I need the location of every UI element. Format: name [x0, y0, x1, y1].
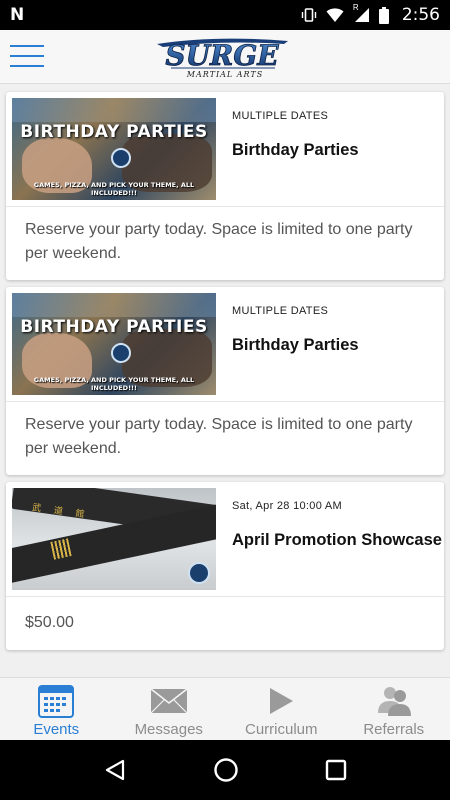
- event-card[interactable]: BIRTHDAY PARTIES GAMES, PIZZA, AND PICK …: [6, 287, 444, 475]
- surge-badge-icon: [111, 148, 131, 168]
- n-notification-icon: N: [10, 5, 25, 25]
- nav-curriculum[interactable]: Curriculum: [225, 678, 338, 740]
- battery-icon: [378, 6, 389, 24]
- event-date: MULTIPLE DATES: [232, 305, 329, 317]
- event-description: Reserve your party today. Space is limit…: [25, 221, 413, 262]
- nav-label: Referrals: [363, 721, 425, 738]
- event-title: Birthday Parties: [232, 141, 359, 159]
- image-caption: GAMES, PIZZA, AND PICK YOUR THEME, ALL I…: [33, 181, 195, 197]
- event-card[interactable]: BIRTHDAY PARTIES GAMES, PIZZA, AND PICK …: [6, 92, 444, 280]
- event-card-header: BIRTHDAY PARTIES GAMES, PIZZA, AND PICK …: [6, 92, 444, 207]
- roaming-label: R: [352, 3, 359, 12]
- nav-label: Events: [33, 721, 80, 738]
- event-card[interactable]: 武 道 館 Sat, Apr 28 10:00 AM April Promoti…: [6, 482, 444, 650]
- vibrate-icon: [301, 8, 317, 22]
- event-price: $50.00: [25, 614, 74, 631]
- surge-badge-icon: [111, 343, 131, 363]
- nav-referrals[interactable]: Referrals: [338, 678, 450, 740]
- surge-badge-icon: [188, 562, 210, 584]
- play-icon: [270, 688, 294, 714]
- nav-label: Messages: [134, 721, 203, 738]
- status-time: 2:56: [401, 5, 440, 25]
- people-icon: [377, 687, 411, 716]
- system-nav-bar: [0, 740, 450, 800]
- event-title: Birthday Parties: [232, 336, 359, 354]
- nav-label: Curriculum: [244, 721, 318, 738]
- image-headline: BIRTHDAY PARTIES: [20, 317, 208, 337]
- nav-messages[interactable]: Messages: [113, 678, 226, 740]
- event-card-header: BIRTHDAY PARTIES GAMES, PIZZA, AND PICK …: [6, 287, 444, 402]
- event-date: Sat, Apr 28 10:00 AM: [232, 500, 342, 512]
- event-title: April Promotion Showcase: [232, 531, 442, 549]
- event-image: BIRTHDAY PARTIES GAMES, PIZZA, AND PICK …: [12, 293, 216, 395]
- event-card-header: 武 道 館 Sat, Apr 28 10:00 AM April Promoti…: [6, 482, 444, 597]
- image-caption: GAMES, PIZZA, AND PICK YOUR THEME, ALL I…: [33, 376, 195, 392]
- event-date: MULTIPLE DATES: [232, 110, 329, 122]
- hamburger-menu-icon[interactable]: [10, 45, 44, 67]
- status-icons: R 2:56: [301, 3, 440, 25]
- logo-text: SURGE: [165, 39, 279, 72]
- event-description: Reserve your party today. Space is limit…: [25, 416, 413, 457]
- event-image: 武 道 館: [12, 488, 216, 590]
- events-feed[interactable]: BIRTHDAY PARTIES GAMES, PIZZA, AND PICK …: [0, 84, 450, 677]
- recents-square-icon[interactable]: [325, 759, 347, 781]
- envelope-icon: [150, 688, 188, 714]
- nav-events[interactable]: Events: [0, 678, 113, 740]
- back-triangle-icon[interactable]: [103, 758, 127, 782]
- image-headline: BIRTHDAY PARTIES: [20, 122, 208, 142]
- home-circle-icon[interactable]: [213, 757, 239, 783]
- logo-subtext: MARTIAL ARTS: [186, 70, 263, 79]
- app-header: SURGE MARTIAL ARTS: [0, 30, 450, 84]
- surge-logo: SURGE MARTIAL ARTS: [157, 38, 288, 79]
- status-bar: N R 2:56: [0, 0, 450, 30]
- event-image: BIRTHDAY PARTIES GAMES, PIZZA, AND PICK …: [12, 98, 216, 200]
- calendar-icon: [38, 685, 75, 718]
- wifi-icon: [326, 8, 344, 22]
- bottom-nav: Events Messages Curriculum Referrals: [0, 677, 450, 740]
